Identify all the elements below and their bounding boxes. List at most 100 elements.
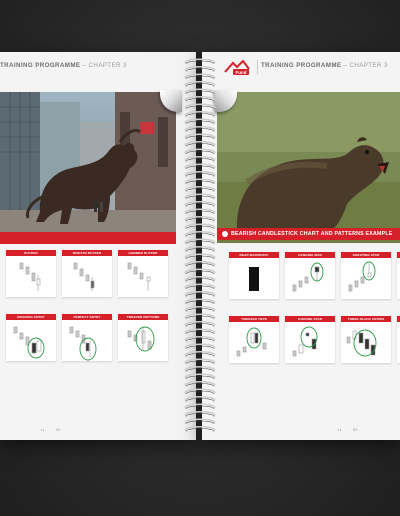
spiral-coil-shadow bbox=[185, 113, 215, 117]
right-header-subtitle: – CHAPTER 3 bbox=[341, 62, 388, 69]
left-card-6-caption: TWEEZER BOTTOMS bbox=[118, 314, 168, 320]
spiral-coil-shadow bbox=[185, 218, 215, 222]
right-card-4: TWEEZER TOPS bbox=[229, 316, 279, 363]
spiral-coil-shadow bbox=[185, 248, 215, 252]
spiral-coil-shadow bbox=[185, 428, 215, 432]
spiral-coil-shadow bbox=[185, 413, 215, 417]
right-card-5: EVENING STAR bbox=[285, 316, 335, 363]
spiral-coil-shadow bbox=[185, 165, 215, 170]
right-header-title: TRAINING PROGRAMME bbox=[261, 62, 342, 69]
left-card-2: INVESTR BUYPER bbox=[62, 250, 112, 297]
fund-logo: Fund bbox=[224, 60, 250, 75]
spiral-coil-shadow bbox=[185, 143, 215, 147]
right-card-2-chart bbox=[292, 262, 324, 292]
spiral-coil-shadow bbox=[185, 135, 215, 140]
left-footer-icon: ◖◗ bbox=[40, 427, 45, 432]
spiral-coil-shadow bbox=[185, 180, 215, 185]
left-card-1-caption: BUYPEN bbox=[6, 250, 56, 256]
spiral-coil-shadow bbox=[185, 203, 215, 207]
bearish-banner-text: BEARISH CANDLESTICK CHART AND PATTERNS E… bbox=[231, 231, 393, 237]
spiral-coil-shadow bbox=[185, 83, 215, 87]
spiral-coil-shadow bbox=[185, 173, 215, 177]
right-card-3-chart bbox=[348, 261, 376, 292]
spiral-coil-shadow bbox=[185, 233, 215, 237]
spiral-coil-shadow bbox=[185, 68, 215, 72]
right-card-4-caption: TWEEZER TOPS bbox=[229, 316, 279, 322]
left-card-5-caption: PERFECT ENTRY bbox=[62, 314, 112, 320]
spiral-coil-shadow bbox=[185, 188, 215, 192]
spiral-coil-shadow bbox=[185, 278, 215, 282]
left-card-6: TWEEZER BOTTOMS bbox=[118, 314, 168, 361]
banner-bullet-icon bbox=[222, 231, 228, 237]
left-card-2-chart bbox=[73, 262, 95, 291]
right-card-6-caption: THREE BLACK CROWS bbox=[341, 316, 391, 322]
right-card-5-chart bbox=[292, 326, 318, 357]
right-card-6-chart bbox=[346, 329, 377, 357]
left-card-4-caption: PIERCING ENTRY bbox=[6, 314, 56, 320]
spiral-coil-shadow bbox=[185, 315, 215, 320]
left-card-1: BUYPEN bbox=[6, 250, 56, 297]
left-card-3-caption: HAMMER BUYPER bbox=[118, 250, 168, 256]
left-card-4: PIERCING ENTRY bbox=[6, 314, 56, 361]
spiral-coil-shadow bbox=[185, 375, 215, 380]
spiral-coil-shadow bbox=[185, 383, 215, 387]
spiral-coil-shadow bbox=[185, 225, 215, 230]
spiral-coil-shadow bbox=[185, 345, 215, 350]
spiral-binding bbox=[184, 58, 216, 432]
left-header-subtitle: – CHAPTER 3 bbox=[80, 62, 127, 69]
spiral-coil-shadow bbox=[185, 263, 215, 267]
spiral-coil-shadow bbox=[185, 90, 215, 95]
fund-logo-text: Fund bbox=[236, 70, 247, 75]
spiral-coil-shadow bbox=[185, 293, 215, 297]
bear-photo bbox=[217, 92, 400, 243]
spiral-coil-shadow bbox=[185, 420, 215, 425]
spiral-coil-shadow bbox=[185, 150, 215, 155]
spiral-coil-shadow bbox=[185, 300, 215, 305]
left-card-2-caption: INVESTR BUYPER bbox=[62, 250, 112, 256]
right-card-2: HANGING MAN bbox=[285, 252, 335, 299]
spiral-coil-shadow bbox=[185, 270, 215, 275]
spiral-coil-shadow bbox=[185, 330, 215, 335]
spiral-coil-shadow bbox=[185, 195, 215, 200]
spiral-coil-shadow bbox=[185, 158, 215, 162]
left-red-banner bbox=[0, 232, 176, 244]
right-card-6: THREE BLACK CROWS bbox=[341, 316, 391, 363]
spiral-coil-shadow bbox=[185, 105, 215, 110]
spiral-coil-shadow bbox=[185, 338, 215, 342]
spiral-coil-shadow bbox=[185, 98, 215, 102]
spiral-coil-shadow bbox=[185, 360, 215, 365]
spiral-coil-shadow bbox=[185, 240, 215, 245]
spiral-coil-shadow bbox=[185, 210, 215, 215]
left-page-header: TRAINING PROGRAMME – CHAPTER 3 bbox=[0, 62, 127, 69]
right-page: Fund TRAINING PROGRAMME – CHAPTER 3 BEAR… bbox=[201, 52, 400, 440]
left-header-title: TRAINING PROGRAMME bbox=[0, 62, 81, 69]
right-footer-icon: ◖◗ bbox=[337, 427, 342, 432]
spiral-coil-shadow bbox=[185, 398, 215, 402]
spiral-coil-shadow bbox=[185, 75, 215, 80]
left-footer-page: 52 bbox=[55, 427, 61, 432]
spiral-coil-shadow bbox=[185, 390, 215, 395]
right-card-4-chart bbox=[236, 327, 267, 357]
right-page-header: TRAINING PROGRAMME – CHAPTER 3 bbox=[261, 62, 388, 69]
left-card-6-chart bbox=[127, 326, 155, 352]
spiral-coil-shadow bbox=[185, 405, 215, 410]
right-card-1-caption: BEAR MARUBOZU bbox=[229, 252, 279, 258]
spiral-coil-shadow bbox=[185, 120, 215, 125]
left-card-4-chart bbox=[13, 326, 45, 359]
bull-statue-photo bbox=[0, 92, 176, 243]
left-card-5: PERFECT ENTRY bbox=[62, 314, 112, 361]
left-card-3-chart bbox=[127, 262, 151, 291]
right-card-1-chart bbox=[249, 267, 259, 291]
left-card-5-chart bbox=[69, 326, 97, 361]
bearish-banner: BEARISH CANDLESTICK CHART AND PATTERNS E… bbox=[217, 228, 400, 240]
header-divider bbox=[257, 60, 258, 74]
right-card-5-caption: EVENING STAR bbox=[285, 316, 335, 322]
right-footer-page: 53 bbox=[352, 427, 358, 432]
left-page-footer: ◖◗ 52 bbox=[40, 427, 60, 432]
right-card-2-caption: HANGING MAN bbox=[285, 252, 335, 258]
left-card-3: HAMMER BUYPER bbox=[118, 250, 168, 297]
spiral-coil-shadow bbox=[185, 60, 215, 65]
spiral-coil-shadow bbox=[185, 353, 215, 357]
spiral-coil-shadow bbox=[185, 128, 215, 132]
spiral-coil-shadow bbox=[185, 308, 215, 312]
